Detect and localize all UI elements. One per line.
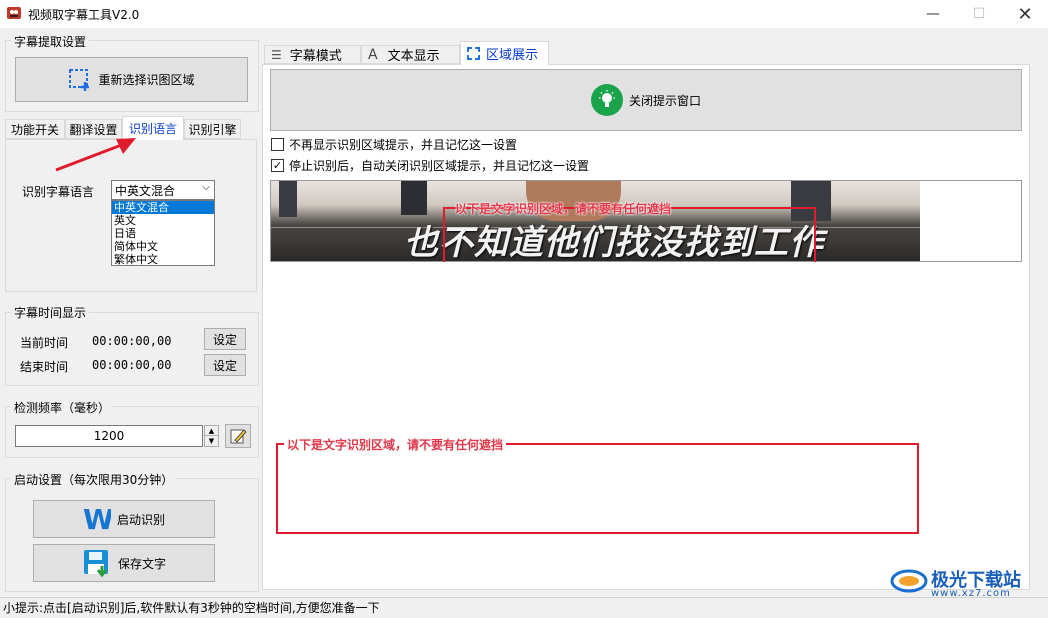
aurora-logo-icon bbox=[890, 569, 928, 593]
end-time-value: 00:00:00,00 bbox=[92, 358, 172, 372]
close-hint-window-label: 关闭提示窗口 bbox=[628, 93, 701, 108]
tab-region-display[interactable]: 区域展示 bbox=[460, 41, 549, 65]
dont-show-region-label: 不再显示识别区域提示，并且记忆这一设置 bbox=[289, 138, 518, 152]
recognition-language-label: 识别字幕语言 bbox=[22, 185, 95, 199]
svg-text:W: W bbox=[83, 505, 111, 533]
frequency-input[interactable]: 1200 bbox=[15, 425, 203, 447]
red-arrow-annotation bbox=[55, 138, 136, 172]
status-bar: 小提示:点击[启动识别]后,软件默认有3秒钟的空档时间,方便您准备一下 bbox=[0, 597, 1048, 618]
recognition-language-select[interactable]: 中英文混合 ⌵ bbox=[111, 180, 215, 200]
extract-settings-title: 字幕提取设置 bbox=[11, 33, 90, 50]
frequency-value: 1200 bbox=[93, 429, 125, 443]
tab-text-display[interactable]: A 文本显示 bbox=[361, 45, 460, 64]
spin-up-icon[interactable]: ▲ bbox=[205, 426, 218, 436]
start-recognition-label: 启动识别 bbox=[116, 512, 165, 527]
close-button[interactable]: ✕ bbox=[1002, 0, 1048, 28]
tab-subtitle-mode[interactable]: ☰ 字幕模式 bbox=[264, 45, 361, 64]
language-option[interactable]: 繁体中文 bbox=[112, 253, 214, 266]
person-leg-shape bbox=[279, 181, 297, 217]
language-option[interactable]: 日语 bbox=[112, 227, 214, 240]
tab-region-display-label: 区域展示 bbox=[486, 48, 539, 63]
auto-close-region-label: 停止识别后，自动关闭识别区域提示，并且记忆这一设置 bbox=[289, 159, 590, 173]
set-end-time-button[interactable]: 设定 bbox=[204, 354, 246, 376]
tab-text-display-label: 文本显示 bbox=[387, 49, 440, 64]
recognition-region-box[interactable] bbox=[276, 443, 919, 534]
language-option[interactable]: 中英文混合 bbox=[112, 201, 214, 214]
auto-close-region-checkbox[interactable]: ✓ bbox=[271, 159, 284, 172]
set-current-time-button[interactable]: 设定 bbox=[204, 328, 246, 350]
spin-down-icon[interactable]: ▼ bbox=[205, 436, 218, 446]
person-leg-shape bbox=[401, 181, 427, 215]
selected-language: 中英文混合 bbox=[115, 183, 176, 198]
window-title: 视频取字幕工具V2.0 bbox=[28, 8, 140, 22]
preview-hint-label: 以下是文字识别区域，请不要有任何遮挡 bbox=[455, 202, 672, 216]
language-option[interactable]: 英文 bbox=[112, 214, 214, 227]
dont-show-region-checkbox[interactable] bbox=[271, 138, 284, 151]
save-floppy-icon bbox=[83, 550, 108, 578]
close-hint-window-button[interactable]: 关闭提示窗口 bbox=[270, 69, 1022, 131]
edit-icon bbox=[230, 429, 247, 444]
chevron-down-icon: ⌵ bbox=[202, 182, 210, 193]
region-hint-label: 以下是文字识别区域，请不要有任何遮挡 bbox=[284, 436, 507, 453]
edit-frequency-button[interactable] bbox=[225, 424, 251, 448]
current-time-value: 00:00:00,00 bbox=[92, 334, 172, 348]
end-time-label: 结束时间 bbox=[20, 360, 69, 374]
start-settings-title: 启动设置（每次限用30分钟） bbox=[11, 471, 177, 488]
app-icon bbox=[7, 7, 21, 19]
checkmark-icon: ✓ bbox=[272, 159, 283, 172]
region-dashed-icon bbox=[467, 47, 480, 60]
minimize-button[interactable]: — bbox=[910, 0, 956, 28]
language-option[interactable]: 简体中文 bbox=[112, 240, 214, 253]
list-icon: ☰ bbox=[271, 47, 282, 62]
subtitle-time-title: 字幕时间显示 bbox=[11, 304, 90, 321]
reselect-region-button[interactable]: 重新选择识图区域 bbox=[15, 57, 248, 102]
save-text-label: 保存文字 bbox=[117, 556, 166, 571]
current-time-label: 当前时间 bbox=[20, 336, 69, 350]
maximize-button[interactable]: ☐ bbox=[956, 0, 1002, 28]
tab-recognition-engine[interactable]: 识别引擎 bbox=[184, 119, 241, 139]
text-a-icon: A bbox=[368, 46, 378, 63]
tab-subtitle-mode-label: 字幕模式 bbox=[289, 49, 342, 64]
frequency-spinner[interactable]: ▲ ▼ bbox=[204, 425, 219, 447]
title-bar bbox=[0, 0, 1048, 28]
lightbulb-icon bbox=[590, 84, 623, 116]
save-text-button[interactable]: 保存文字 bbox=[33, 544, 215, 582]
detect-frequency-title: 检测频率（毫秒） bbox=[11, 399, 114, 416]
start-recognition-button[interactable]: W 启动识别 bbox=[33, 500, 215, 538]
reselect-region-label: 重新选择识图区域 bbox=[98, 73, 195, 87]
start-w-icon: W bbox=[83, 505, 111, 533]
select-region-icon bbox=[69, 68, 90, 91]
language-dropdown-list: 中英文混合 英文 日语 简体中文 繁体中文 bbox=[111, 200, 215, 266]
watermark: 极光下载站 www.xz7.com bbox=[889, 566, 1039, 599]
